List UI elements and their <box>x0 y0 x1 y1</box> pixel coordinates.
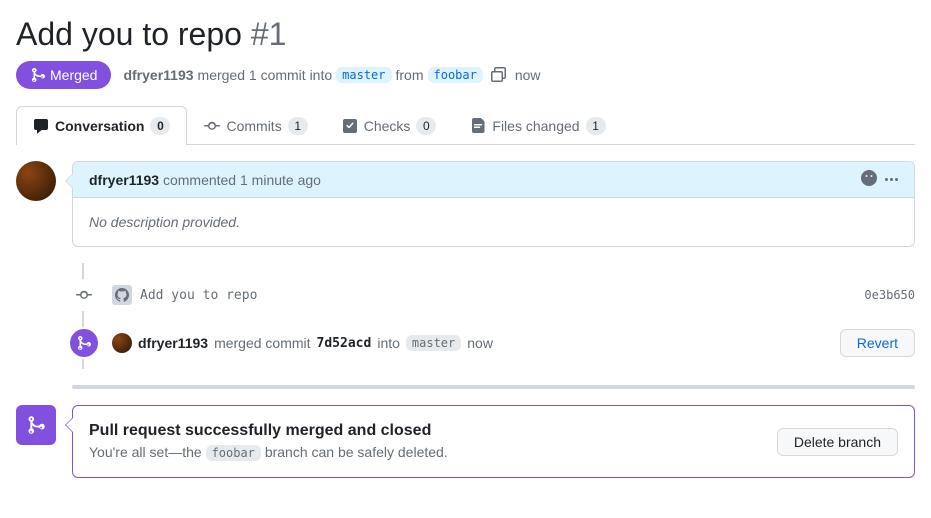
merge-author-avatar[interactable] <box>112 333 132 353</box>
tab-commits[interactable]: Commits 1 <box>187 106 324 145</box>
comment-menu-icon[interactable] <box>885 178 898 181</box>
tab-commits-label: Commits <box>226 118 281 134</box>
comment-time[interactable]: 1 minute ago <box>240 172 321 188</box>
pr-time: now <box>515 67 541 83</box>
from-word: from <box>396 67 424 83</box>
closed-merge-badge <box>16 405 56 445</box>
closed-subtitle-suffix: branch can be safely deleted. <box>265 444 448 460</box>
tab-files-count: 1 <box>586 117 606 135</box>
pr-status-row: Merged dfryer1193 merged 1 commit into m… <box>16 61 915 89</box>
head-branch-chip[interactable]: foobar <box>428 67 483 83</box>
tab-conversation-count: 0 <box>150 117 170 135</box>
closed-branch-chip: foobar <box>206 445 261 461</box>
commit-timeline-icon <box>68 279 100 311</box>
pr-title-row: Add you to repo #1 <box>16 16 286 53</box>
merge-author[interactable]: dfryer1193 <box>138 335 208 351</box>
merge-time: now <box>467 335 493 351</box>
pr-tabs: Conversation 0 Commits 1 Checks 0 Files … <box>16 105 915 145</box>
commit-message[interactable]: Add you to repo <box>140 288 257 303</box>
closed-subtitle-prefix: You're all set—the <box>89 444 202 460</box>
base-branch-chip[interactable]: master <box>336 67 391 83</box>
delete-branch-button[interactable]: Delete branch <box>777 428 898 456</box>
comment-verb: commented <box>163 172 236 188</box>
comment-body: No description provided. <box>73 198 914 246</box>
merged-closed-box: Pull request successfully merged and clo… <box>72 405 915 478</box>
copy-branch-icon[interactable] <box>487 66 511 85</box>
merge-verb: merged commit <box>214 335 310 351</box>
commit-author-avatar-placeholder[interactable] <box>112 285 132 305</box>
git-merge-icon <box>30 67 46 83</box>
pr-number: #1 <box>251 16 287 52</box>
author-avatar[interactable] <box>16 161 56 201</box>
closed-subtitle: You're all set—the foobar branch can be … <box>89 444 448 461</box>
tab-conversation-label: Conversation <box>55 118 144 134</box>
pr-state-label: Merged <box>50 67 97 83</box>
merge-target-branch[interactable]: master <box>406 335 461 351</box>
commit-sha[interactable]: 0e3b650 <box>864 288 915 302</box>
merge-into-word: into <box>377 335 400 351</box>
pr-author-link[interactable]: dfryer1193 <box>123 67 193 83</box>
closed-title: Pull request successfully merged and clo… <box>89 422 448 440</box>
revert-button[interactable]: Revert <box>840 329 915 357</box>
tab-files[interactable]: Files changed 1 <box>453 106 622 145</box>
comment-header: dfryer1193 commented 1 minute ago <box>73 162 914 198</box>
tab-checks[interactable]: Checks 0 <box>325 106 454 145</box>
comment-author[interactable]: dfryer1193 <box>89 172 159 188</box>
timeline-commit-item: Add you to repo 0e3b650 <box>82 273 915 317</box>
timeline-merge-item: dfryer1193 merged commit 7d52acd into ma… <box>82 317 915 369</box>
merge-sha[interactable]: 7d52acd <box>317 336 372 351</box>
merged-verb: merged 1 commit into <box>198 67 333 83</box>
add-reaction-icon[interactable] <box>861 170 877 189</box>
merge-timeline-icon <box>68 327 100 359</box>
comment-box: dfryer1193 commented 1 minute ago No des… <box>72 161 915 247</box>
tab-files-label: Files changed <box>492 118 579 134</box>
timeline-end-divider <box>72 385 915 389</box>
pr-title: Add you to repo <box>16 16 242 52</box>
pr-state-badge: Merged <box>16 61 111 89</box>
tab-checks-count: 0 <box>416 117 436 135</box>
tab-commits-count: 1 <box>288 117 308 135</box>
tab-checks-label: Checks <box>364 118 411 134</box>
pr-header: Add you to repo #1 <box>16 16 915 53</box>
tab-conversation[interactable]: Conversation 0 <box>16 106 187 145</box>
